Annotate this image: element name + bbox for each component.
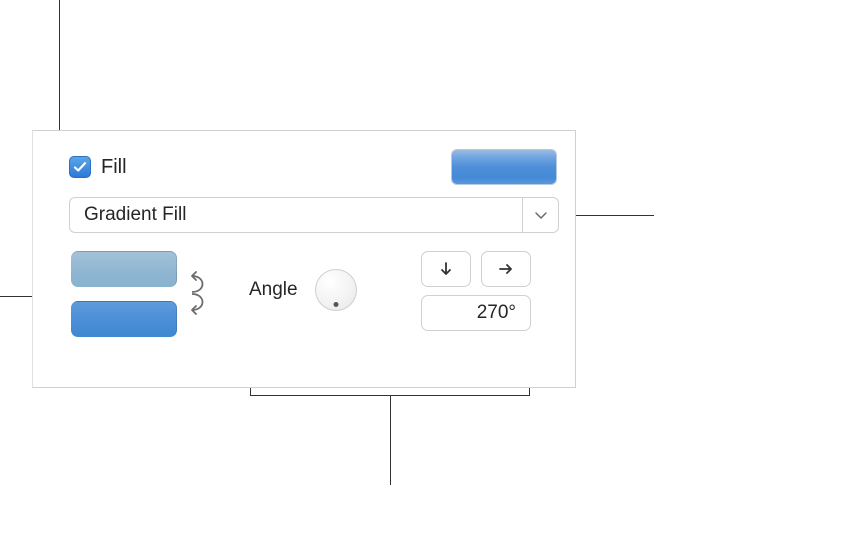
swap-colors-button[interactable] xyxy=(183,265,215,321)
angle-dial-indicator xyxy=(334,302,339,307)
gradient-direction-right-button[interactable] xyxy=(481,251,531,287)
gradient-color-stop-1[interactable] xyxy=(71,251,177,287)
fill-checkbox[interactable] xyxy=(69,156,91,178)
fill-label: Fill xyxy=(101,156,451,179)
arrow-right-icon xyxy=(497,260,515,278)
angle-input[interactable]: 270° xyxy=(421,295,531,331)
gradient-color-wells xyxy=(71,251,177,351)
gradient-color-stop-2[interactable] xyxy=(71,301,177,337)
callout-leader-fill-checkbox xyxy=(59,0,60,132)
arrow-down-icon xyxy=(437,260,455,278)
swap-arrows-icon xyxy=(186,268,212,318)
gradient-direction-down-button[interactable] xyxy=(421,251,471,287)
fill-preview-swatch[interactable] xyxy=(451,149,557,185)
callout-leader-dropdown xyxy=(576,215,654,216)
chevron-down-icon xyxy=(522,198,558,232)
fill-panel: Fill Gradient Fill Angle xyxy=(32,130,576,388)
fill-type-dropdown[interactable]: Gradient Fill xyxy=(69,197,559,233)
checkmark-icon xyxy=(72,159,88,175)
angle-value: 270° xyxy=(477,302,516,324)
fill-type-label: Gradient Fill xyxy=(70,204,522,226)
fill-header-row: Fill xyxy=(69,145,557,189)
angle-label: Angle xyxy=(249,279,298,301)
callout-leader-angle xyxy=(390,395,391,485)
angle-dial[interactable] xyxy=(315,269,357,311)
